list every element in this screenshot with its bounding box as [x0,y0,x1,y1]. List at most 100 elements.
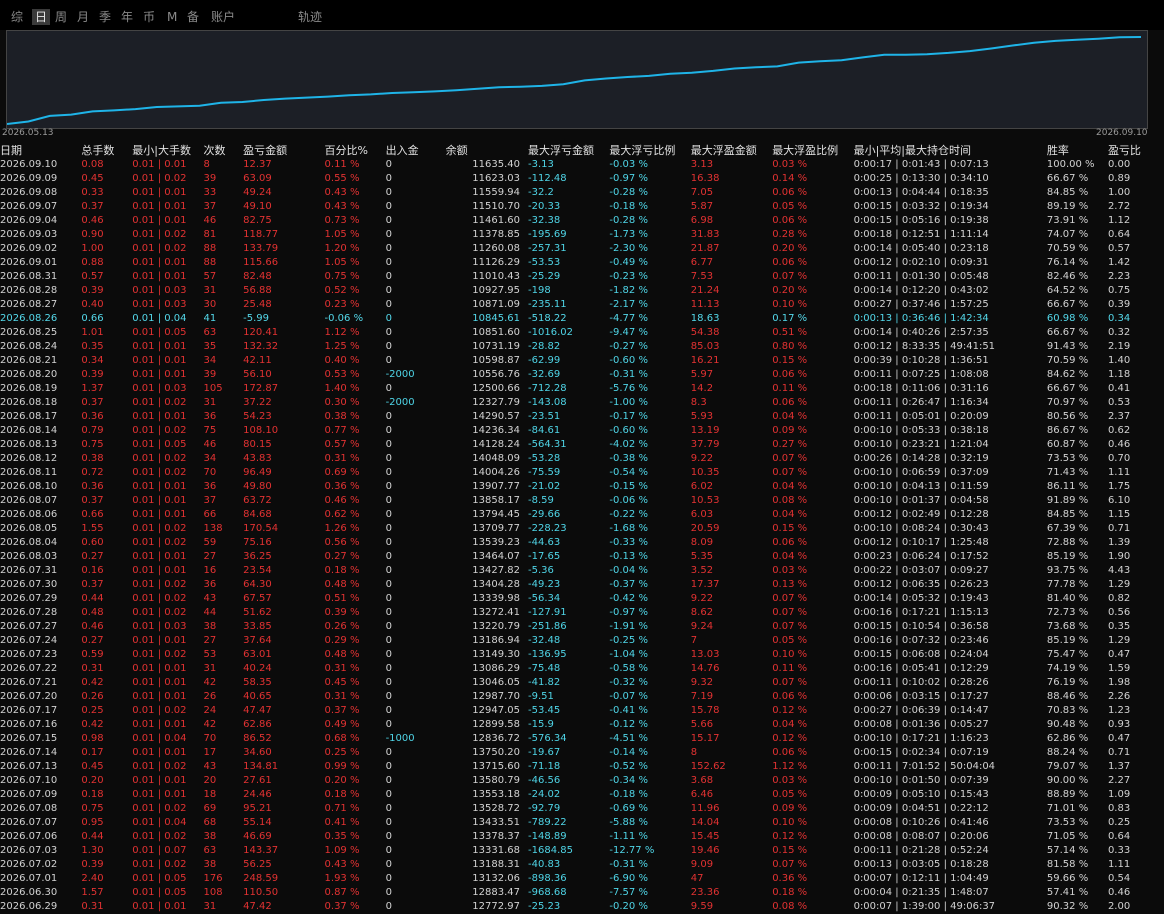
table-row[interactable]: 2026.08.14 0.79 0.01 | 0.02 75 108.10 0.77 % 0… [0,424,1164,438]
table-row[interactable]: 2026.08.19 1.37 0.01 | 0.03 105 172.87 1.40 %… [0,382,1164,396]
table-row[interactable]: 2026.07.29 0.44 0.01 | 0.02 43 67.57 0.51 % 0 1… [0,592,1164,606]
tab-0[interactable]: 综 [11,9,23,25]
table-row[interactable]: 2026.07.17 0.25 0.01 | 0.02 24 47.47 0.37 % 0 1… [0,704,1164,718]
table-row[interactable]: 2026.07.27 0.46 0.01 | 0.03 38 33.85 0.26 % 0 1… [0,620,1164,634]
column-header-12[interactable]: 最小|平均|最大持仓时间 [854,143,1047,158]
table-row[interactable]: 2026.08.11 0.72 0.01 | 0.02 70 96.49 0.69 % 0 1… [0,466,1164,480]
table-row[interactable]: 2026.08.18 0.37 0.01 | 0.02 31 37.22 0.30 % -2… [0,396,1164,410]
cell-13: 88.89 % [1046,789,1089,800]
tab-1[interactable]: 日 [32,9,51,25]
tab-9[interactable]: 账户 [211,9,235,25]
table-row[interactable]: 2026.08.20 0.39 0.01 | 0.01 39 56.10 0.53 % -2… [0,368,1164,382]
column-header-4[interactable]: 盈亏金额 [243,143,324,158]
tab-5[interactable]: 年 [121,9,133,25]
table-row[interactable]: 2026.07.30 0.37 0.01 | 0.02 36 64.30 0.48 % 0 1… [0,578,1164,592]
cell-4: 46.69 [243,831,272,842]
table-row[interactable]: 2026.07.24 0.27 0.01 | 0.01 27 37.64 0.29 % 0 1… [0,634,1164,648]
table-row[interactable]: 2026.08.03 0.27 0.01 | 0.01 27 36.25 0.27 % 0 1… [0,550,1164,564]
table-row[interactable]: 2026.09.07 0.37 0.01 | 0.01 37 49.10 0.43 % 0 1… [0,200,1164,214]
column-header-11[interactable]: 最大浮盈比例 [772,143,853,158]
cell-7: 11126.29 [472,257,521,268]
tab-2[interactable]: 周 [55,9,67,25]
table-row[interactable]: 2026.09.09 0.45 0.01 | 0.02 39 63.09 0.55 % 0 1… [0,172,1164,186]
table-row[interactable]: 2026.08.26 0.66 0.01 | 0.04 41 -5.99 -0.06 % 0… [0,312,1164,326]
tab-3[interactable]: 月 [77,9,89,25]
cell-12: 0:00:10 | 0:08:24 | 0:30:43 [853,523,989,534]
column-header-9[interactable]: 最大浮亏比例 [609,143,690,158]
table-row[interactable]: 2026.07.09 0.18 0.01 | 0.01 18 24.46 0.18 % 0 1… [0,788,1164,802]
tab-10[interactable]: 轨迹 [298,9,322,25]
table-row[interactable]: 2026.08.17 0.36 0.01 | 0.01 36 54.23 0.38 % 0 1… [0,410,1164,424]
column-header-1[interactable]: 总手数 [81,143,132,158]
table-row[interactable]: 2026.08.31 0.57 0.01 | 0.01 57 82.48 0.75 % 0 1… [0,270,1164,284]
cell-6: 0 [385,901,392,912]
cell-14: 0.62 [1107,425,1131,436]
table-row[interactable]: 2026.08.13 0.75 0.01 | 0.05 46 80.15 0.57 % 0 1… [0,438,1164,452]
column-header-7[interactable]: 余额 [446,143,528,158]
column-header-3[interactable]: 次数 [203,143,243,158]
table-row[interactable]: 2026.09.03 0.90 0.01 | 0.02 81 118.77 1.05 % 0… [0,228,1164,242]
column-header-0[interactable]: 日期 [0,143,81,158]
table-row[interactable]: 2026.08.10 0.36 0.01 | 0.01 36 49.80 0.36 % 0 1… [0,480,1164,494]
table-row[interactable]: 2026.08.27 0.40 0.01 | 0.03 30 25.48 0.23 % 0 1… [0,298,1164,312]
tab-8[interactable]: 备 [187,9,199,25]
cell-12: 0:00:15 | 0:05:16 | 0:19:38 [853,215,989,226]
cell-8: -19.67 [528,747,561,758]
table-row[interactable]: 2026.09.02 1.00 0.01 | 0.02 88 133.79 1.20 % 0… [0,242,1164,256]
cell-13: 71.43 % [1046,467,1089,478]
table-row[interactable]: 2026.07.08 0.75 0.01 | 0.02 69 95.21 0.71 % 0 1… [0,802,1164,816]
tab-4[interactable]: 季 [99,9,111,25]
column-header-10[interactable]: 最大浮盈金额 [691,143,772,158]
table-row[interactable]: 2026.07.31 0.16 0.01 | 0.01 16 23.54 0.18 % 0 1… [0,564,1164,578]
table-row[interactable]: 2026.07.07 0.95 0.01 | 0.04 68 55.14 0.41 % 0 1… [0,816,1164,830]
column-header-2[interactable]: 最小|大手数 [132,143,203,158]
cell-11: 0.15 % [772,845,808,856]
table-row[interactable]: 2026.07.02 0.39 0.01 | 0.02 38 56.25 0.43 % 0 1… [0,858,1164,872]
table-row[interactable]: 2026.07.01 2.40 0.01 | 0.05 176 248.59 1.93 %… [0,872,1164,886]
cell-12: 0:00:11 | 0:21:28 | 0:52:24 [853,845,989,856]
table-row[interactable]: 2026.07.10 0.20 0.01 | 0.01 20 27.61 0.20 % 0 1… [0,774,1164,788]
table-row[interactable]: 2026.08.04 0.60 0.01 | 0.02 59 75.16 0.56 % 0 1… [0,536,1164,550]
table-row[interactable]: 2026.07.15 0.98 0.01 | 0.04 70 86.52 0.68 % -1… [0,732,1164,746]
column-header-14[interactable]: 盈亏比 [1108,143,1164,158]
cell-14: 0.70 [1107,453,1131,464]
cell-10: 11.13 [690,299,720,310]
table-row[interactable]: 2026.07.03 1.30 0.01 | 0.07 63 143.37 1.09 % 0… [0,844,1164,858]
tab-6[interactable]: 币 [143,9,155,25]
table-row[interactable]: 2026.07.13 0.45 0.01 | 0.02 43 134.81 0.99 % 0… [0,760,1164,774]
cell-8: -21.02 [528,481,561,492]
table-row[interactable]: 2026.08.21 0.34 0.01 | 0.01 34 42.11 0.40 % 0 1… [0,354,1164,368]
tab-7[interactable]: M [167,9,177,25]
table-row[interactable]: 2026.08.25 1.01 0.01 | 0.05 63 120.41 1.12 % 0… [0,326,1164,340]
table-row[interactable]: 2026.07.23 0.59 0.01 | 0.02 53 63.01 0.48 % 0 1… [0,648,1164,662]
column-header-13[interactable]: 胜率 [1047,143,1108,158]
column-header-5[interactable]: 百分比% [325,143,386,158]
cell-1: 0.98 [81,733,104,744]
table-row[interactable]: 2026.09.08 0.33 0.01 | 0.01 33 49.24 0.43 % 0 1… [0,186,1164,200]
table-row[interactable]: 2026.06.29 0.31 0.01 | 0.01 31 47.42 0.37 % 0 1… [0,900,1164,914]
table-row[interactable]: 2026.09.04 0.46 0.01 | 0.01 46 82.75 0.73 % 0 1… [0,214,1164,228]
cell-1: 0.18 [81,789,104,800]
table-row[interactable]: 2026.09.01 0.88 0.01 | 0.01 88 115.66 1.05 % 0… [0,256,1164,270]
table-row[interactable]: 2026.07.20 0.26 0.01 | 0.01 26 40.65 0.31 % 0 1… [0,690,1164,704]
table-row[interactable]: 2026.07.06 0.44 0.01 | 0.02 38 46.69 0.35 % 0 1… [0,830,1164,844]
table-row[interactable]: 2026.08.06 0.66 0.01 | 0.01 66 84.68 0.62 % 0 1… [0,508,1164,522]
table-row[interactable]: 2026.08.12 0.38 0.01 | 0.02 34 43.83 0.31 % 0 1… [0,452,1164,466]
cell-0: 2026.09.04 [0,215,58,226]
cell-3: 31 [203,901,217,912]
table-row[interactable]: 2026.07.21 0.42 0.01 | 0.01 42 58.35 0.45 % 0 1… [0,676,1164,690]
table-row[interactable]: 2026.08.28 0.39 0.01 | 0.03 31 56.88 0.52 % 0 1… [0,284,1164,298]
column-header-6[interactable]: 出入金 [386,143,446,158]
table-row[interactable]: 2026.07.16 0.42 0.01 | 0.01 42 62.86 0.49 % 0 1… [0,718,1164,732]
table-row[interactable]: 2026.08.24 0.35 0.01 | 0.01 35 132.32 1.25 % 0… [0,340,1164,354]
table-row[interactable]: 2026.07.22 0.31 0.01 | 0.01 31 40.24 0.31 % 0 1… [0,662,1164,676]
table-row[interactable]: 2026.07.14 0.17 0.01 | 0.01 17 34.60 0.25 % 0 1… [0,746,1164,760]
table-row[interactable]: 2026.09.10 0.08 0.01 | 0.01 8 12.37 0.11 % 0 11… [0,158,1164,172]
table-row[interactable]: 2026.06.30 1.57 0.01 | 0.05 108 110.50 0.87 %… [0,886,1164,900]
table-row[interactable]: 2026.08.05 1.55 0.01 | 0.02 138 170.54 1.26 %… [0,522,1164,536]
cell-14: 0.57 [1107,243,1131,254]
column-header-8[interactable]: 最大浮亏金额 [528,143,609,158]
table-row[interactable]: 2026.08.07 0.37 0.01 | 0.01 37 63.72 0.46 % 0 1… [0,494,1164,508]
cell-12: 0:00:16 | 0:17:21 | 1:15:13 [853,607,989,618]
table-row[interactable]: 2026.07.28 0.48 0.01 | 0.02 44 51.62 0.39 % 0 1… [0,606,1164,620]
